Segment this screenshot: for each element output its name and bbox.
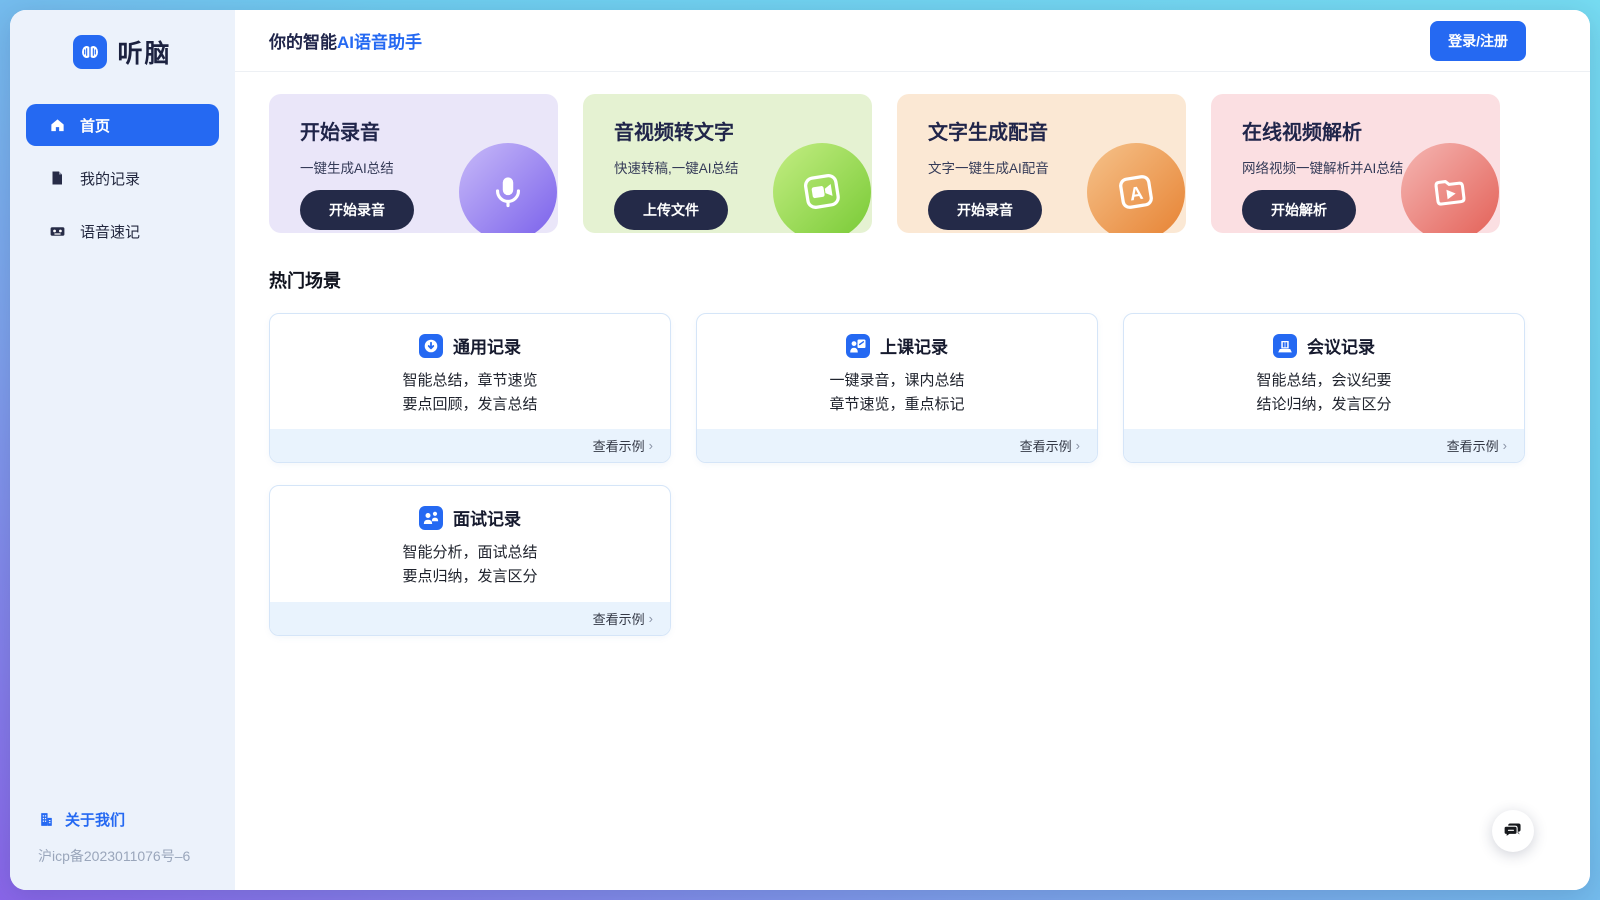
- scene-card-body: 上课记录 一键录音，课内总结 章节速览，重点标记: [697, 314, 1097, 429]
- sidebar-item-label: 首页: [80, 115, 110, 136]
- upload-file-button[interactable]: 上传文件: [614, 190, 728, 230]
- content-area: 开始录音 一键生成AI总结 开始录音 音视频转文字 快速转稿,一键AI总结: [235, 72, 1590, 890]
- sidebar: 听脑 首页 我的记录: [10, 10, 235, 890]
- voice-memo-icon: [49, 223, 66, 240]
- sidebar-nav: 首页 我的记录: [10, 104, 235, 263]
- feature-card-title: 在线视频解析: [1242, 116, 1500, 145]
- scene-card-title: 面试记录: [453, 505, 521, 530]
- chevron-right-icon: ›: [649, 438, 653, 453]
- scene-card-description: 一键录音，课内总结 章节速览，重点标记: [717, 369, 1077, 416]
- view-example-link[interactable]: 查看示例 ›: [1124, 429, 1524, 462]
- view-example-label: 查看示例: [593, 609, 645, 628]
- class-record-icon: [846, 334, 870, 358]
- meeting-record-icon: [1273, 334, 1297, 358]
- start-dubbing-button[interactable]: 开始录音: [928, 190, 1042, 230]
- scene-card-title: 通用记录: [453, 333, 521, 358]
- scene-card-description: 智能总结，会议纪要 结论归纳，发言区分: [1144, 369, 1504, 416]
- text-to-speech-icon: A: [1087, 143, 1185, 233]
- login-register-button[interactable]: 登录/注册: [1430, 21, 1526, 61]
- scene-card-title: 上课记录: [880, 333, 948, 358]
- view-example-link[interactable]: 查看示例 ›: [270, 602, 670, 635]
- about-us-label: 关于我们: [65, 809, 125, 830]
- scene-card-class[interactable]: 上课记录 一键录音，课内总结 章节速览，重点标记 查看示例 ›: [696, 313, 1098, 463]
- feature-card-title: 开始录音: [300, 116, 558, 145]
- sidebar-item-label: 语音速记: [80, 221, 140, 242]
- svg-text:A: A: [1128, 182, 1145, 205]
- app-logo: 听脑: [10, 34, 235, 70]
- scene-card-description: 智能分析，面试总结 要点归纳，发言区分: [290, 541, 650, 588]
- feature-card-title: 音视频转文字: [614, 116, 872, 145]
- scene-card-title: 会议记录: [1307, 333, 1375, 358]
- view-example-label: 查看示例: [593, 436, 645, 455]
- view-example-label: 查看示例: [1020, 436, 1072, 455]
- about-us-link[interactable]: 关于我们: [10, 809, 235, 830]
- chat-support-button[interactable]: [1492, 810, 1534, 852]
- home-icon: [49, 117, 66, 134]
- chevron-right-icon: ›: [1503, 438, 1507, 453]
- start-recording-button[interactable]: 开始录音: [300, 190, 414, 230]
- sidebar-item-voice-notes[interactable]: 语音速记: [26, 210, 219, 252]
- icp-number: 沪icp备2023011076号–6: [10, 846, 235, 866]
- main-area: 你的智能AI语音助手 登录/注册 开始录音 一键生成AI总结 开始录音: [235, 10, 1590, 890]
- feature-card-row: 开始录音 一键生成AI总结 开始录音 音视频转文字 快速转稿,一键AI总结: [269, 94, 1556, 233]
- feature-card-title: 文字生成配音: [928, 116, 1186, 145]
- app-window: 听脑 首页 我的记录: [10, 10, 1590, 890]
- general-record-icon: [419, 334, 443, 358]
- scene-card-row-1: 通用记录 智能总结，章节速览 要点回顾，发言总结 查看示例 ›: [269, 313, 1556, 463]
- chat-icon: [1502, 820, 1524, 842]
- chevron-right-icon: ›: [1076, 438, 1080, 453]
- title-prefix: 你的智能: [269, 33, 337, 52]
- scene-card-body: 面试记录 智能分析，面试总结 要点归纳，发言区分: [270, 486, 670, 601]
- app-name: 听脑: [117, 34, 171, 70]
- title-highlight: AI语音助手: [337, 33, 422, 52]
- start-parse-button[interactable]: 开始解析: [1242, 190, 1356, 230]
- scene-card-description: 智能总结，章节速览 要点回顾，发言总结: [290, 369, 650, 416]
- feature-card-tts: 文字生成配音 文字一键生成AI配音 开始录音 A: [897, 94, 1186, 233]
- video-camera-icon: [773, 143, 871, 233]
- sidebar-item-home[interactable]: 首页: [26, 104, 219, 146]
- feature-card-transcribe: 音视频转文字 快速转稿,一键AI总结 上传文件: [583, 94, 872, 233]
- feature-card-video-parse: 在线视频解析 网络视频一键解析并AI总结 开始解析: [1211, 94, 1500, 233]
- top-bar: 你的智能AI语音助手 登录/注册: [235, 10, 1590, 72]
- scene-card-body: 通用记录 智能总结，章节速览 要点回顾，发言总结: [270, 314, 670, 429]
- sidebar-item-label: 我的记录: [80, 168, 140, 189]
- scene-card-row-2: 面试记录 智能分析，面试总结 要点归纳，发言区分 查看示例 ›: [269, 485, 1556, 635]
- hot-scenes-heading: 热门场景: [269, 267, 1556, 293]
- building-icon: [38, 811, 55, 828]
- chevron-right-icon: ›: [649, 611, 653, 626]
- scene-card-general[interactable]: 通用记录 智能总结，章节速览 要点回顾，发言总结 查看示例 ›: [269, 313, 671, 463]
- brain-logo-icon: [73, 35, 107, 69]
- page-title: 你的智能AI语音助手: [269, 28, 422, 53]
- microphone-icon: [459, 143, 557, 233]
- view-example-link[interactable]: 查看示例 ›: [270, 429, 670, 462]
- sidebar-item-my-records[interactable]: 我的记录: [26, 157, 219, 199]
- interview-record-icon: [419, 506, 443, 530]
- video-parse-icon: [1401, 143, 1499, 233]
- scene-card-interview[interactable]: 面试记录 智能分析，面试总结 要点归纳，发言区分 查看示例 ›: [269, 485, 671, 635]
- scene-card-body: 会议记录 智能总结，会议纪要 结论归纳，发言区分: [1124, 314, 1524, 429]
- view-example-label: 查看示例: [1447, 436, 1499, 455]
- view-example-link[interactable]: 查看示例 ›: [697, 429, 1097, 462]
- feature-card-record: 开始录音 一键生成AI总结 开始录音: [269, 94, 558, 233]
- scene-card-meeting[interactable]: 会议记录 智能总结，会议纪要 结论归纳，发言区分 查看示例 ›: [1123, 313, 1525, 463]
- document-icon: [49, 170, 66, 187]
